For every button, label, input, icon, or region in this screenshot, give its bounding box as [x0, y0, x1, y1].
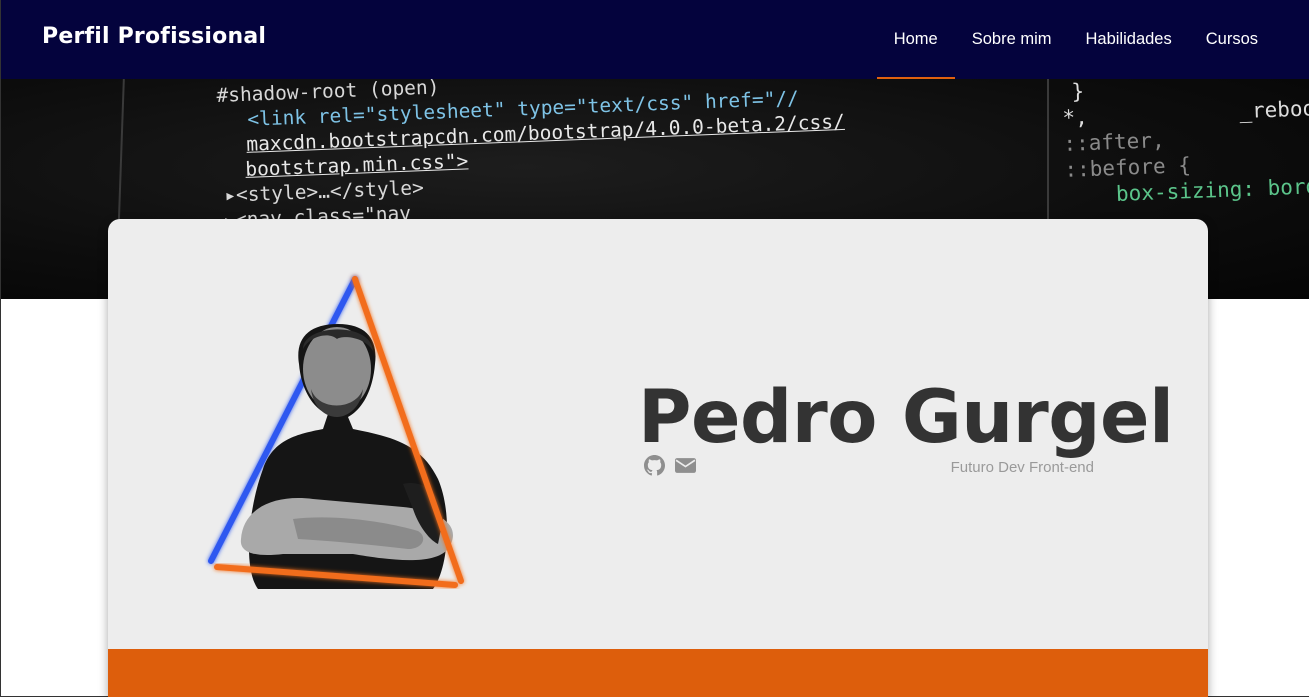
navbar: Perfil Profissional Home Sobre mim Habil…: [1, 0, 1309, 79]
brand-title[interactable]: Perfil Profissional: [42, 24, 266, 49]
profile-name: Pedro Gurgel: [638, 375, 1174, 460]
nav-item-sobre-mim[interactable]: Sobre mim: [955, 0, 1069, 79]
card-footer-bar: [108, 649, 1208, 697]
social-links: [644, 455, 696, 476]
nav-links: Home Sobre mim Habilidades Cursos: [876, 0, 1275, 79]
code-snippet-right: } *, _reboot.::after,::before { box-sizin…: [1061, 79, 1309, 209]
person-figure: [240, 324, 453, 589]
profile-photo: [208, 276, 464, 589]
nav-item-cursos[interactable]: Cursos: [1189, 0, 1275, 79]
nav-item-habilidades[interactable]: Habilidades: [1069, 0, 1189, 79]
github-icon[interactable]: [644, 455, 665, 476]
profile-tagline: Futuro Dev Front-end: [950, 459, 1094, 476]
code-snippet: #shadow-root (open) <link rel="stylesheet…: [216, 79, 848, 233]
profile-card: Pedro Gurgel Futuro Dev Front-end: [108, 219, 1208, 697]
nav-item-home[interactable]: Home: [876, 0, 955, 79]
envelope-icon[interactable]: [675, 455, 696, 476]
